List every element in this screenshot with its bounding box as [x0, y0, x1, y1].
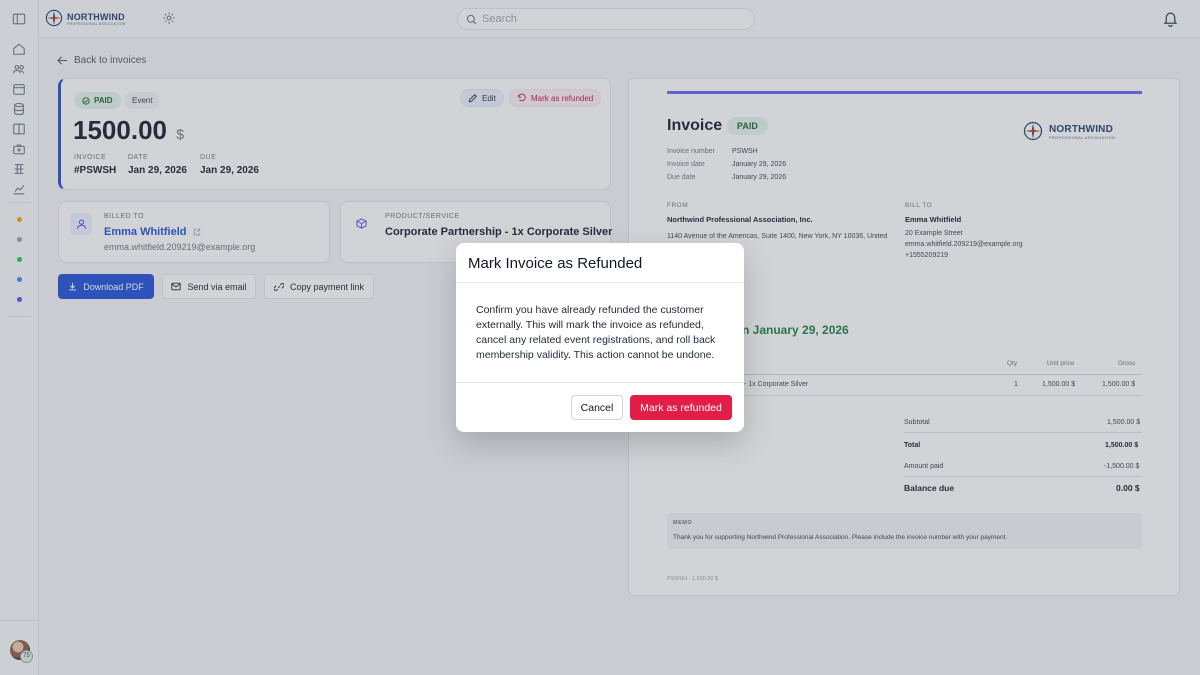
- dialog-divider: [456, 382, 744, 383]
- app-root: 75 NORTHWIND PROFESSIONAL ASSOCIATION Se…: [0, 0, 1200, 675]
- dialog-divider: [456, 282, 744, 283]
- confirm-refund-button[interactable]: Mark as refunded: [630, 395, 732, 420]
- dialog-title: Mark Invoice as Refunded: [468, 255, 643, 272]
- dialog-message: Confirm you have already refunded the cu…: [476, 304, 716, 361]
- cancel-button[interactable]: Cancel: [571, 395, 623, 420]
